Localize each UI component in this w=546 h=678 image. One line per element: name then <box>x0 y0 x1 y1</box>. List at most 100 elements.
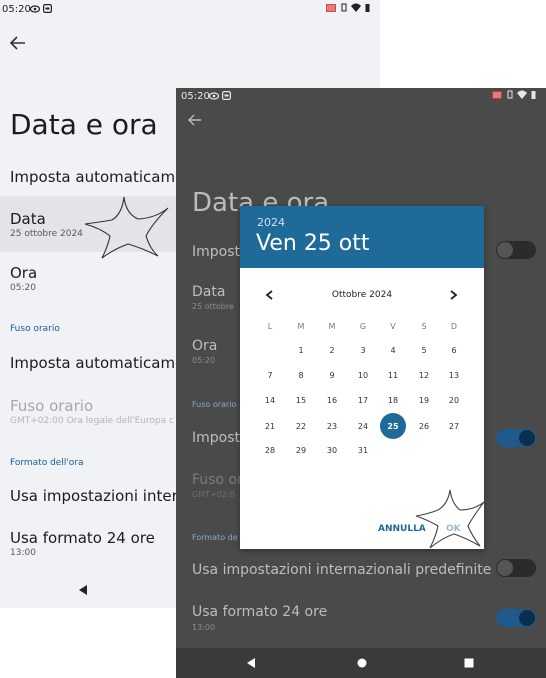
format24-setting-value: 13:00 <box>10 548 36 558</box>
calendar-day[interactable]: 16 <box>322 396 342 405</box>
calendar-day[interactable]: 26 <box>414 422 434 431</box>
timezone-setting-title: Fuso orario <box>10 397 94 415</box>
format-section-header: Formato dell'ora <box>10 458 84 468</box>
time-setting-value: 05:20 <box>10 283 36 293</box>
format24-toggle[interactable] <box>496 609 536 627</box>
front-wifi-icon <box>516 90 527 99</box>
calendar-day[interactable]: 12 <box>414 371 434 380</box>
ok-tap-indicator-icon <box>415 489 484 549</box>
front-battery-saver-icon <box>492 91 503 99</box>
calendar-day[interactable]: 28 <box>260 446 280 455</box>
calendar-day-selected[interactable]: 25 <box>383 422 403 431</box>
wifi-icon <box>350 3 361 12</box>
status-time: 05:20 <box>2 4 31 15</box>
front-format24-value: 13:00 <box>192 623 216 632</box>
calendar-day[interactable]: 13 <box>444 371 464 380</box>
calendar-day[interactable]: 23 <box>322 422 342 431</box>
dialog-header: 2024 Ven 25 ott <box>240 206 484 268</box>
battery-saver-icon <box>326 4 337 12</box>
vibrate-icon <box>341 3 347 12</box>
calendar-day[interactable]: 27 <box>444 422 464 431</box>
status-icons <box>326 3 370 15</box>
front-time-setting-title[interactable]: Ora <box>192 338 217 354</box>
front-status-bar: 05:20 <box>176 88 546 106</box>
front-date-setting-title[interactable]: Data <box>192 284 225 300</box>
calendar-day[interactable]: 10 <box>353 371 373 380</box>
locale-format-setting[interactable]: Usa impostazioni interna <box>10 487 196 505</box>
tap-indicator-icon <box>84 196 169 259</box>
dialog-selected-date: Ven 25 ott <box>256 231 370 256</box>
format24-setting-title[interactable]: Usa formato 24 ore <box>10 529 155 547</box>
next-month-icon[interactable] <box>450 290 458 300</box>
auto-timezone-toggle-knob <box>519 430 535 446</box>
calendar-day[interactable]: 14 <box>260 396 280 405</box>
time-setting-title[interactable]: Ora <box>10 264 37 282</box>
calendar-day[interactable]: 4 <box>383 346 403 355</box>
date-setting-title[interactable]: Data <box>10 210 46 228</box>
weekday-header: M <box>297 322 305 331</box>
locale-format-toggle[interactable] <box>496 559 536 577</box>
calendar-day[interactable]: 3 <box>353 346 373 355</box>
calendar-day[interactable]: 19 <box>414 396 434 405</box>
format24-toggle-knob <box>519 610 535 626</box>
weekday-header: D <box>450 322 458 331</box>
calendar-day[interactable]: 9 <box>322 371 342 380</box>
auto-time-toggle[interactable] <box>496 241 536 259</box>
front-format24-title[interactable]: Usa formato 24 ore <box>192 604 327 620</box>
front-format-section: Formato de <box>192 533 238 542</box>
front-locale-format-setting[interactable]: Usa impostazioni internazionali predefin… <box>192 562 491 578</box>
weekday-header: G <box>359 322 367 331</box>
calendar-day[interactable]: 8 <box>291 371 311 380</box>
calendar-day[interactable]: 1 <box>291 346 311 355</box>
calendar-day[interactable]: 29 <box>291 446 311 455</box>
calendar-day[interactable]: 17 <box>353 396 373 405</box>
nav-home-icon[interactable] <box>357 658 367 668</box>
page-title: Data e ora <box>10 108 158 141</box>
calendar-day[interactable]: 7 <box>260 371 280 380</box>
status-bar: 05:20 <box>0 0 380 20</box>
weekday-header: M <box>328 322 336 331</box>
calendar-day[interactable]: 11 <box>383 371 403 380</box>
front-back-arrow-icon[interactable] <box>188 114 202 126</box>
front-battery-icon <box>531 91 536 99</box>
nav-back-icon[interactable] <box>78 585 88 595</box>
date-picker-dialog: 2024 Ven 25 ott Ottobre 2024 LMMGVSD1234… <box>240 206 484 549</box>
front-time-setting-value: 05:20 <box>192 356 216 365</box>
front-timezone-title: Fuso or <box>192 472 243 488</box>
calendar-day[interactable]: 15 <box>291 396 311 405</box>
calendar-day[interactable]: 2 <box>322 346 342 355</box>
auto-timezone-toggle[interactable] <box>496 429 536 447</box>
nav-back-icon[interactable] <box>246 658 256 668</box>
calendar-day[interactable]: 18 <box>383 396 403 405</box>
front-status-time: 05:20 <box>181 91 210 102</box>
weekday-header: S <box>421 322 427 331</box>
auto-time-toggle-knob <box>497 242 513 258</box>
calendar-day[interactable]: 31 <box>353 446 373 455</box>
battery-icon <box>365 4 370 12</box>
front-timezone-value: GMT+02:0 <box>192 490 235 499</box>
calendar-day[interactable]: 22 <box>291 422 311 431</box>
calendar-day[interactable]: 5 <box>414 346 434 355</box>
front-date-setting-value: 25 ottobre <box>192 302 234 311</box>
weekday-header: L <box>267 322 273 331</box>
eye-icon <box>30 5 40 13</box>
front-screen: 05:20 Data e ora Imposta Data 25 ottobre… <box>176 88 546 678</box>
front-screenshot-icon <box>222 91 231 100</box>
calendar-day[interactable]: 6 <box>444 346 464 355</box>
nav-recent-icon[interactable] <box>464 658 474 668</box>
screenshot-icon <box>43 4 52 13</box>
month-label: Ottobre 2024 <box>331 290 393 300</box>
back-arrow-icon[interactable] <box>10 36 26 50</box>
calendar-day[interactable]: 21 <box>260 422 280 431</box>
calendar-day[interactable]: 30 <box>322 446 342 455</box>
dialog-year[interactable]: 2024 <box>257 216 285 229</box>
weekday-header: V <box>390 322 396 331</box>
timezone-section-header: Fuso orario <box>10 324 60 334</box>
calendar-day[interactable]: 20 <box>444 396 464 405</box>
front-vibrate-icon <box>507 90 513 99</box>
calendar-day[interactable]: 24 <box>353 422 373 431</box>
timezone-setting-value: GMT+02:00 Ora legale dell'Europa c <box>10 416 175 426</box>
locale-format-toggle-knob <box>497 560 513 576</box>
front-status-icons <box>492 90 536 102</box>
date-setting-value: 25 ottobre 2024 <box>10 229 83 239</box>
